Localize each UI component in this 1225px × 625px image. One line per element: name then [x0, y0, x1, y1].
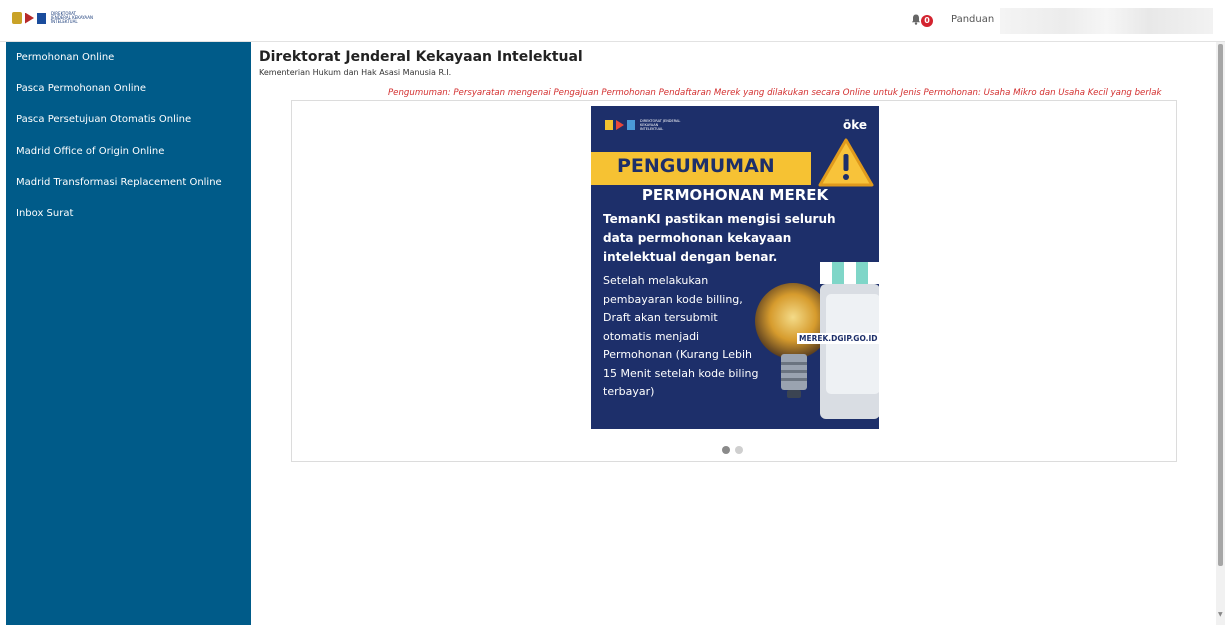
scrollbar-thumb[interactable] — [1218, 44, 1223, 566]
carousel-indicators — [722, 446, 743, 454]
poster-dj-mark — [616, 120, 624, 130]
sidebar-item-permohonan-online[interactable]: Permohonan Online — [16, 52, 114, 63]
sidebar-item-madrid-office-of-origin[interactable]: Madrid Office of Origin Online — [16, 146, 164, 157]
announcement-poster[interactable]: DIREKTORAT JENDERAL KEKAYAAN INTELEKTUAL… — [591, 106, 879, 429]
sidebar-item-madrid-transformasi[interactable]: Madrid Transformasi Replacement Online — [16, 177, 222, 188]
carousel-dot-1[interactable] — [722, 446, 730, 454]
poster-logo-text: DIREKTORAT JENDERAL KEKAYAAN INTELEKTUAL — [640, 119, 681, 131]
sidebar-item-pasca-persetujuan-otomatis[interactable]: Pasca Persetujuan Otomatis Online — [16, 114, 191, 125]
poster-bold-text: TemanKI pastikan mengisi seluruh data pe… — [603, 212, 836, 264]
poster-logo: DIREKTORAT JENDERAL KEKAYAAN INTELEKTUAL — [605, 119, 682, 131]
warning-icon — [818, 138, 874, 187]
ki-logo-mark — [37, 12, 46, 24]
poster-ki-mark — [627, 120, 635, 130]
poster-body-text: Setelah melakukan pembayaran kode billin… — [603, 274, 759, 398]
poster-oke-logo: ōke — [842, 118, 867, 132]
bell-icon[interactable] — [911, 14, 921, 25]
notification-badge[interactable]: 0 — [921, 15, 933, 27]
garuda-emblem-icon — [12, 12, 22, 24]
logo-text: DIREKTORAT JENDERAL KEKAYAAN INTELEKTUAL — [51, 11, 93, 24]
dgip-logo[interactable]: DIREKTORAT JENDERAL KEKAYAAN INTELEKTUAL — [12, 12, 97, 24]
poster-heading: PERMOHONAN MEREK — [641, 186, 829, 204]
page-subtitle: Kementerian Hukum dan Hak Asasi Manusia … — [259, 68, 452, 77]
sidebar-item-inbox-surat[interactable]: Inbox Surat — [16, 208, 73, 219]
poster-emblem-icon — [605, 120, 613, 130]
poster-website-label: MEREK.DGIP.GO.ID — [797, 333, 879, 344]
guide-link[interactable]: Panduan — [951, 14, 994, 25]
page-title: Direktorat Jenderal Kekayaan Intelektual — [259, 49, 583, 65]
sidebar: Permohonan Online Pasca Permohonan Onlin… — [6, 42, 251, 625]
dj-logo-mark — [25, 12, 34, 24]
scroll-down-arrow-icon[interactable]: ▼ — [1218, 611, 1223, 618]
announcement-carousel[interactable]: DIREKTORAT JENDERAL KEKAYAAN INTELEKTUAL… — [291, 100, 1177, 462]
top-bar: DIREKTORAT JENDERAL KEKAYAAN INTELEKTUAL… — [0, 0, 1225, 42]
announcement-marquee[interactable]: Pengumuman: Persyaratan mengenai Pengaju… — [388, 88, 1215, 98]
carousel-dot-2[interactable] — [735, 446, 743, 454]
sidebar-item-pasca-permohonan-online[interactable]: Pasca Permohonan Online — [16, 83, 146, 94]
poster-band-text: PENGUMUMAN — [617, 155, 775, 177]
user-menu[interactable] — [1000, 8, 1213, 34]
